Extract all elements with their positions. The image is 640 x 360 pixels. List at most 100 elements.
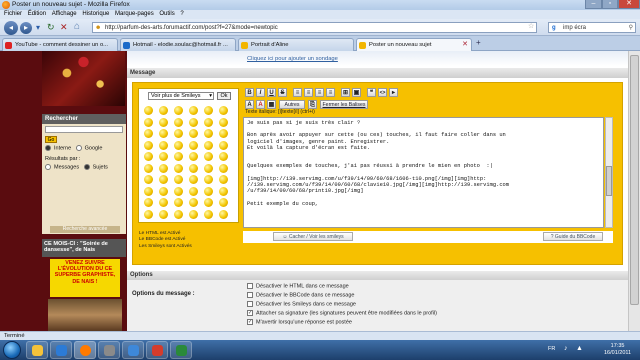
smiley-icon[interactable]: [204, 117, 213, 127]
smiley-icon[interactable]: [144, 129, 153, 138]
code-button[interactable]: <>: [378, 88, 387, 97]
spoiler-button[interactable]: ▸: [389, 88, 398, 97]
url-bar[interactable]: ☻ http://parfum-des-arts.forumactif.com/…: [92, 22, 537, 33]
menu-marque-pages[interactable]: Marque-pages: [115, 10, 154, 19]
smiley-icon[interactable]: [189, 198, 198, 207]
smiley-icon[interactable]: [174, 209, 183, 219]
option-checkbox[interactable]: [247, 283, 253, 289]
menu-outils[interactable]: Outils: [159, 10, 174, 19]
add-poll-link[interactable]: Cliquez ici pour ajouter un sondage: [247, 56, 338, 62]
bold-button[interactable]: B: [245, 88, 254, 97]
smiley-icon[interactable]: [219, 140, 228, 150]
smiley-icon[interactable]: [204, 175, 213, 184]
minimize-button[interactable]: –: [585, 0, 602, 9]
option-row[interactable]: Désactiver les Smileys dans ce message: [247, 301, 356, 307]
taskbar-app[interactable]: [50, 341, 72, 359]
clock[interactable]: 17:35 16/01/2011: [604, 343, 631, 356]
smiley-icon[interactable]: [159, 106, 168, 115]
smiley-icon[interactable]: [159, 163, 168, 173]
smiley-icon[interactable]: [204, 163, 213, 173]
stop-icon[interactable]: ✕: [60, 22, 68, 33]
smiley-icon[interactable]: [204, 198, 213, 207]
taskbar-app[interactable]: [74, 341, 96, 359]
smiley-icon[interactable]: [219, 106, 228, 115]
align-center-button[interactable]: ≡: [304, 88, 313, 97]
table-icon[interactable]: ▦: [267, 100, 276, 109]
smiley-icon[interactable]: [144, 209, 153, 219]
page-scrollbar[interactable]: [628, 51, 640, 331]
smiley-icon[interactable]: [189, 152, 198, 161]
toggle-smileys-button[interactable]: ☺ Cacher / Voir les smileys: [273, 232, 353, 241]
smiley-icon[interactable]: [204, 152, 213, 161]
align-right-button[interactable]: ≡: [315, 88, 324, 97]
smiley-icon[interactable]: [144, 186, 153, 196]
list-button[interactable]: ⊞: [341, 88, 350, 97]
smiley-icon[interactable]: [144, 117, 153, 127]
smiley-icon[interactable]: [189, 129, 198, 138]
smileys-select[interactable]: Voir plus de Smileys ▾: [148, 92, 214, 100]
justify-button[interactable]: ≡: [326, 88, 335, 97]
option-checkbox[interactable]: [247, 292, 253, 298]
smiley-icon[interactable]: [219, 209, 228, 219]
strike-button[interactable]: S: [278, 88, 287, 97]
smiley-icon[interactable]: [174, 117, 183, 127]
smiley-icon[interactable]: [159, 175, 168, 184]
smiley-icon[interactable]: [189, 140, 198, 150]
close-tags-button[interactable]: Fermer les Balises: [320, 100, 368, 109]
menu-help[interactable]: ?: [180, 10, 183, 19]
smiley-icon[interactable]: [144, 198, 153, 207]
network-icon[interactable]: ▲: [576, 345, 583, 352]
option-row[interactable]: Désactiver le BBCode dans ce message: [247, 292, 354, 298]
forward-button[interactable]: ▸: [20, 22, 32, 34]
menu-historique[interactable]: Historique: [82, 10, 109, 19]
taskbar-app[interactable]: [170, 341, 192, 359]
smiley-icon[interactable]: [174, 163, 183, 173]
menu-fichier[interactable]: Fichier: [4, 10, 22, 19]
bbcode-guide-button[interactable]: ? Guide du BBCode: [543, 232, 603, 241]
smiley-icon[interactable]: [174, 140, 183, 150]
smiley-icon[interactable]: [219, 175, 228, 184]
tab-youtube[interactable]: YouTube - comment dessiner un o...: [2, 38, 118, 51]
smiley-icon[interactable]: [189, 186, 198, 196]
sidebar-search-input[interactable]: [45, 126, 123, 133]
search-input[interactable]: g imp écra ⚲: [548, 22, 636, 33]
reload-icon[interactable]: ↻: [47, 22, 55, 33]
smiley-icon[interactable]: [204, 129, 213, 138]
promo-banner[interactable]: VENEZ SUIVRE L'ÉVOLUTION DU CE SUPERBE G…: [50, 259, 120, 297]
smiley-icon[interactable]: [159, 140, 168, 150]
advanced-search-link[interactable]: Recherche avancée: [50, 226, 120, 233]
radio-sujets[interactable]: [83, 164, 90, 170]
option-row[interactable]: ✓ M'avertir lorsqu'une réponse est postée: [247, 319, 352, 325]
back-button[interactable]: ◂: [4, 21, 18, 35]
italic-button[interactable]: I: [256, 88, 265, 97]
taskbar-app[interactable]: [122, 341, 144, 359]
language-indicator[interactable]: FR: [548, 346, 555, 352]
smiley-icon[interactable]: [174, 186, 183, 196]
tab-hotmail[interactable]: Hotmail - elodie.soulac@hotmail.fr ...: [120, 38, 236, 51]
smiley-icon[interactable]: [174, 129, 183, 138]
option-checkbox[interactable]: [247, 301, 253, 307]
smiley-icon[interactable]: [189, 209, 198, 219]
radio-interne[interactable]: [45, 145, 51, 151]
html-mode-icon[interactable]: ⎘: [308, 100, 317, 109]
bookmark-star-icon[interactable]: ☆: [528, 22, 534, 30]
taskbar-app[interactable]: [146, 341, 168, 359]
radio-messages[interactable]: [45, 164, 51, 170]
taskbar-app[interactable]: [26, 341, 48, 359]
smiley-icon[interactable]: [219, 163, 228, 173]
smiley-icon[interactable]: [204, 140, 213, 150]
smiley-icon[interactable]: [189, 117, 198, 127]
maximize-button[interactable]: ▫: [602, 0, 618, 9]
message-textarea[interactable]: Je suis pas si je suis très clair ? Bon …: [243, 117, 604, 228]
smiley-icon[interactable]: [219, 152, 228, 161]
menu-edition[interactable]: Édition: [28, 10, 46, 19]
smiley-icon[interactable]: [189, 175, 198, 184]
smiley-icon[interactable]: [204, 106, 213, 115]
option-row[interactable]: ✓ Attacher sa signature (les signatures p…: [247, 310, 437, 316]
search-icon[interactable]: ⚲: [629, 23, 633, 33]
underline-button[interactable]: U: [267, 88, 276, 97]
smiley-icon[interactable]: [159, 152, 168, 161]
tab-portrait[interactable]: Portrait d'Aline: [238, 38, 354, 51]
option-checkbox[interactable]: ✓: [247, 310, 253, 316]
smiley-icon[interactable]: [219, 117, 228, 127]
